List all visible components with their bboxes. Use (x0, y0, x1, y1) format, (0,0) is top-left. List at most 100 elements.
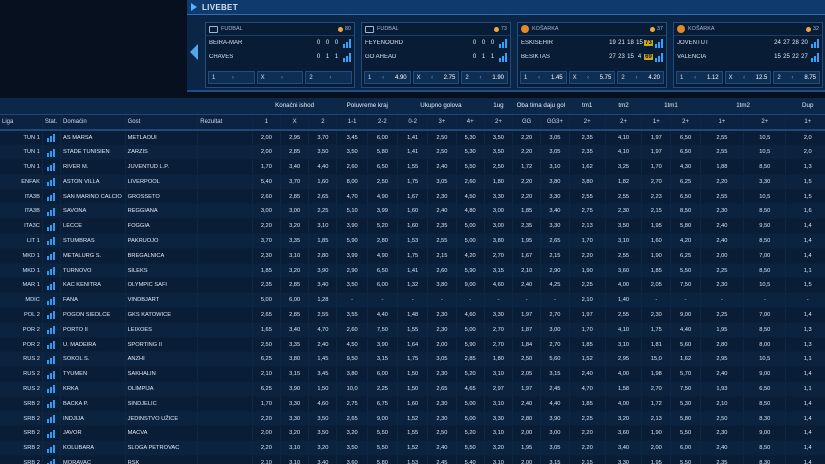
odd-cell[interactable]: 3,80 (427, 277, 457, 294)
stats-cell[interactable] (42, 233, 62, 249)
live-match-card[interactable]: KOŠARKA 37 ESKISEHIR 19 21 18 15 73 BESIKTAS 27 23… (517, 22, 667, 88)
odd-cell[interactable]: 5,20 (367, 218, 399, 235)
odd-cell[interactable]: 3,35 (280, 337, 310, 353)
odd-cell[interactable]: 2,95 (605, 351, 643, 368)
odd-cell[interactable]: 5,40 (456, 455, 485, 464)
odd-cell[interactable]: 1,4 (785, 396, 825, 412)
odd-cell[interactable]: 2,00 (252, 144, 281, 161)
odd-cell[interactable]: 4,30 (670, 159, 701, 175)
odd-cell[interactable]: 8,30 (743, 411, 787, 427)
odd-cell[interactable]: 6,25 (252, 351, 281, 368)
odd-cell[interactable]: 2,25 (569, 277, 606, 294)
odd-cell[interactable]: 1,88 (700, 159, 745, 175)
odd-cell[interactable]: 2,55 (605, 248, 643, 264)
odd-cell-1[interactable]: 1 ‹ 1.12 (676, 71, 723, 84)
odd-cell[interactable]: 2,95 (700, 351, 745, 368)
odd-cell[interactable]: 7,50 (367, 322, 399, 338)
odd-cell[interactable]: 1,1 (785, 351, 825, 368)
odd-cell[interactable]: 3,10 (280, 440, 310, 457)
odd-cell[interactable]: 3,90 (367, 337, 399, 353)
odd-cell[interactable]: 5,80 (367, 144, 399, 161)
odd-cell[interactable]: 1,52 (397, 440, 429, 457)
odd-cell[interactable]: 3,30 (540, 218, 570, 235)
odd-cell[interactable]: 2,50 (427, 425, 457, 442)
column-header[interactable]: 1-1 (336, 114, 368, 131)
column-header[interactable]: GG (512, 114, 542, 131)
stats-bars-icon[interactable] (43, 296, 60, 305)
odd-cell[interactable]: 3,30 (484, 411, 514, 427)
odd-cell[interactable]: 3,20 (280, 263, 310, 279)
odd-cell[interactable]: 8,50 (743, 396, 787, 412)
odd-cell[interactable]: 3,99 (336, 248, 368, 264)
odd-cell[interactable]: 2,55 (605, 189, 643, 205)
odd-cell[interactable]: 1,95 (641, 218, 672, 235)
odd-cell[interactable]: 2,65 (336, 411, 368, 427)
odd-cell[interactable]: 5,30 (456, 130, 485, 146)
odd-cell[interactable]: 3,50 (336, 440, 368, 457)
stats-cell[interactable] (42, 277, 62, 294)
odd-cell[interactable]: 1,62 (569, 159, 606, 175)
odd-cell[interactable]: 1,65 (252, 322, 281, 338)
odd-cell[interactable]: 1,60 (397, 203, 429, 220)
odd-cell[interactable]: - (512, 292, 542, 309)
column-header[interactable]: 2+ (605, 114, 643, 131)
odd-cell[interactable]: 8,50 (743, 263, 787, 279)
odd-cell[interactable]: 2,60 (336, 322, 368, 338)
odd-cell[interactable]: 5,20 (456, 366, 485, 383)
odd-cell[interactable]: 10,5 (743, 130, 787, 146)
odd-cell[interactable]: 1,4 (785, 233, 825, 249)
odd-cell[interactable]: 2,25 (700, 307, 745, 323)
odd-cell[interactable]: - (456, 292, 485, 309)
odd-cell[interactable]: 6,00 (670, 440, 701, 457)
odd-cell[interactable]: 4,50 (456, 189, 485, 205)
column-header[interactable]: 3+ (427, 114, 457, 131)
stats-bars-icon[interactable] (43, 222, 60, 231)
odd-cell[interactable]: 10,5 (743, 351, 787, 368)
stats-cell[interactable] (42, 425, 62, 442)
column-header[interactable]: 2+ (569, 114, 606, 131)
odd-cell[interactable]: 1,41 (397, 144, 429, 161)
stats-bars-icon[interactable] (43, 325, 60, 335)
odd-cell[interactable]: 2,15 (427, 248, 457, 264)
odd-cell[interactable]: 6,50 (670, 189, 701, 205)
column-header[interactable]: 1+ (641, 114, 672, 131)
odd-cell[interactable]: 1,58 (605, 381, 643, 397)
odd-cell[interactable]: 2,30 (427, 396, 457, 412)
odd-cell[interactable]: 1,72 (512, 159, 542, 175)
odd-cell[interactable]: 2,00 (641, 440, 672, 457)
stats-cell[interactable] (42, 455, 62, 464)
odd-cell[interactable]: 2,40 (427, 159, 457, 175)
odd-cell[interactable]: 5,20 (456, 425, 485, 442)
odd-cell[interactable]: 1,60 (397, 396, 429, 412)
odd-cell[interactable]: 1,75 (397, 351, 429, 368)
stats-cell[interactable] (42, 263, 62, 279)
odd-cell[interactable]: 3,40 (540, 203, 570, 220)
odd-cell[interactable]: 3,10 (484, 455, 514, 464)
odd-cell[interactable]: 2,40 (700, 440, 745, 457)
odd-cell[interactable]: 1,90 (641, 425, 672, 442)
odd-cell[interactable]: 3,80 (569, 174, 606, 190)
odd-cell[interactable]: 3,15 (367, 351, 399, 368)
odd-cell[interactable]: 3,35 (280, 233, 310, 249)
odd-cell[interactable]: 6,50 (670, 130, 701, 146)
odd-cell[interactable]: 5,90 (456, 263, 485, 279)
odd-cell[interactable]: 2,10 (252, 455, 281, 464)
stats-bars-icon[interactable] (43, 384, 60, 394)
odd-cell[interactable]: 5,10 (336, 203, 368, 220)
odd-cell[interactable]: 3,00 (484, 203, 514, 220)
odd-cell[interactable]: 3,10 (484, 366, 514, 383)
odd-cell[interactable]: - (336, 292, 368, 309)
odd-cell[interactable]: 2,80 (367, 233, 399, 249)
odd-cell[interactable]: 1,1 (785, 263, 825, 279)
odd-cell[interactable]: 1,28 (308, 292, 338, 309)
odd-cell[interactable]: 3,40 (280, 159, 310, 175)
odd-cell[interactable]: 3,30 (743, 174, 787, 190)
odd-cell[interactable]: 3,70 (280, 174, 310, 190)
odd-cell[interactable]: - (367, 292, 399, 309)
column-header[interactable]: 2+ (670, 114, 701, 131)
odd-cell[interactable]: 1,85 (252, 263, 281, 279)
odd-cell-1[interactable]: 1 ‹ 4.90 (364, 71, 411, 84)
odd-cell[interactable]: 3,00 (252, 203, 281, 220)
odd-cell[interactable]: 1,4 (785, 248, 825, 264)
odd-cell[interactable]: 2,20 (252, 411, 281, 427)
